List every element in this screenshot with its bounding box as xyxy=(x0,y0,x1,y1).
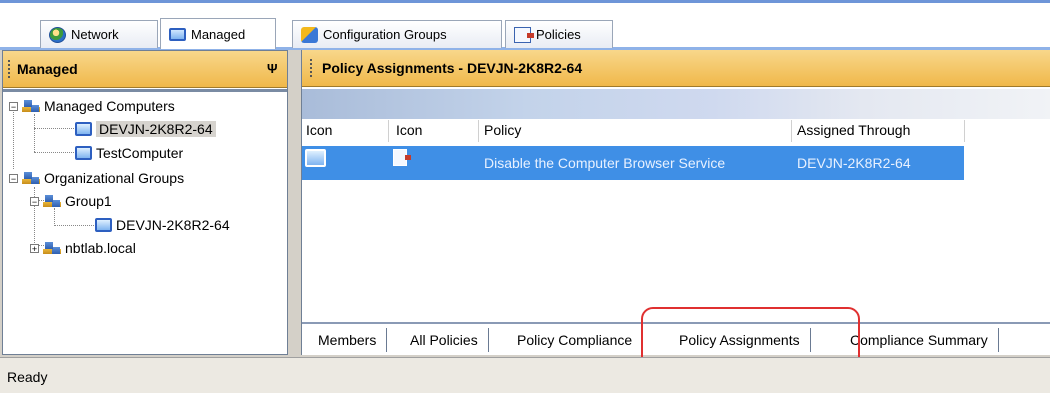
grid-header-band xyxy=(302,89,1050,119)
tree-node-devjn-group1[interactable]: DEVJN-2K8R2-64 xyxy=(95,217,230,233)
grip-dots xyxy=(310,59,312,77)
globe-icon xyxy=(49,26,66,43)
collapse-icon[interactable]: − xyxy=(9,101,18,111)
tab-managed[interactable]: Managed xyxy=(160,18,276,49)
tree-node-label: Group1 xyxy=(65,193,112,209)
policy-assignments-title: Policy Assignments - DEVJN-2K8R2-64 xyxy=(322,60,583,76)
computer-icon xyxy=(75,122,92,136)
tree-node-label: DEVJN-2K8R2-64 xyxy=(96,121,216,137)
computer-group-icon xyxy=(43,193,61,209)
computer-group-icon xyxy=(22,98,40,114)
managed-panel-title: Managed xyxy=(17,61,78,77)
computer-group-icon xyxy=(22,170,40,186)
status-text: Ready xyxy=(7,369,48,385)
tree-node-managed-computers[interactable]: − Managed Computers xyxy=(9,98,175,114)
monitor-icon xyxy=(169,28,186,41)
grip-dots xyxy=(8,60,10,78)
policy-assignments-header: Policy Assignments - DEVJN-2K8R2-64 xyxy=(302,50,1050,87)
status-bar: Ready xyxy=(0,357,1050,393)
tab-all-policies[interactable]: All Policies xyxy=(400,328,489,352)
computer-icon xyxy=(75,146,92,160)
tab-network[interactable]: Network xyxy=(40,20,158,48)
tab-network-label: Network xyxy=(71,27,119,42)
tab-managed-label: Managed xyxy=(191,26,246,42)
managed-tree: − Managed Computers DEVJN-2K8R2-64 TestC… xyxy=(3,89,287,354)
policy-cell: Disable the Computer Browser Service xyxy=(484,155,726,171)
managed-panel-header: Managed Ψ xyxy=(3,51,287,88)
computer-icon xyxy=(305,149,326,167)
tab-policies[interactable]: Policies xyxy=(505,20,613,48)
top-accent-line xyxy=(0,0,1050,3)
computer-icon xyxy=(95,218,112,232)
tree-node-label: DEVJN-2K8R2-64 xyxy=(116,217,230,233)
tree-node-testcomputer[interactable]: TestComputer xyxy=(75,145,183,161)
collapse-icon[interactable]: − xyxy=(9,173,18,183)
tab-policies-label: Policies xyxy=(536,27,581,42)
column-header-icon-2[interactable]: Icon xyxy=(396,122,422,138)
top-tab-strip: Network Managed Configuration Groups Pol… xyxy=(0,0,1050,50)
tree-node-devjn-selected[interactable]: DEVJN-2K8R2-64 xyxy=(75,121,216,137)
policy-icon xyxy=(514,26,534,43)
tab-configuration-groups-label: Configuration Groups xyxy=(323,27,447,42)
config-groups-icon xyxy=(301,26,318,43)
assigned-through-cell: DEVJN-2K8R2-64 xyxy=(797,155,911,171)
table-row[interactable]: Disable the Computer Browser Service DEV… xyxy=(302,146,964,180)
tree-node-label: Managed Computers xyxy=(44,98,175,114)
tab-policy-compliance[interactable]: Policy Compliance xyxy=(507,328,644,352)
tree-node-label: nbtlab.local xyxy=(65,240,136,256)
column-header-icon[interactable]: Icon xyxy=(306,122,332,138)
tree-node-label: Organizational Groups xyxy=(44,170,185,186)
pin-icon[interactable]: Ψ xyxy=(267,61,278,76)
computer-group-icon xyxy=(43,240,61,256)
tab-configuration-groups[interactable]: Configuration Groups xyxy=(292,20,502,48)
column-header-policy[interactable]: Policy xyxy=(484,122,521,138)
collapse-icon[interactable]: − xyxy=(30,196,39,206)
expand-icon[interactable]: + xyxy=(30,243,39,253)
tree-node-label: TestComputer xyxy=(96,145,184,161)
tab-compliance-summary[interactable]: Compliance Summary xyxy=(840,328,999,352)
tree-node-group1[interactable]: − Group1 xyxy=(30,193,112,209)
column-header-assigned-through[interactable]: Assigned Through xyxy=(797,122,910,138)
tree-node-organizational-groups[interactable]: − Organizational Groups xyxy=(9,170,184,186)
policy-icon xyxy=(393,149,411,166)
tab-members[interactable]: Members xyxy=(308,328,388,352)
tree-node-nbtlab-local[interactable]: + nbtlab.local xyxy=(30,240,136,256)
managed-panel: Managed Ψ − Managed Computers DEVJN-2K8R… xyxy=(2,50,288,355)
